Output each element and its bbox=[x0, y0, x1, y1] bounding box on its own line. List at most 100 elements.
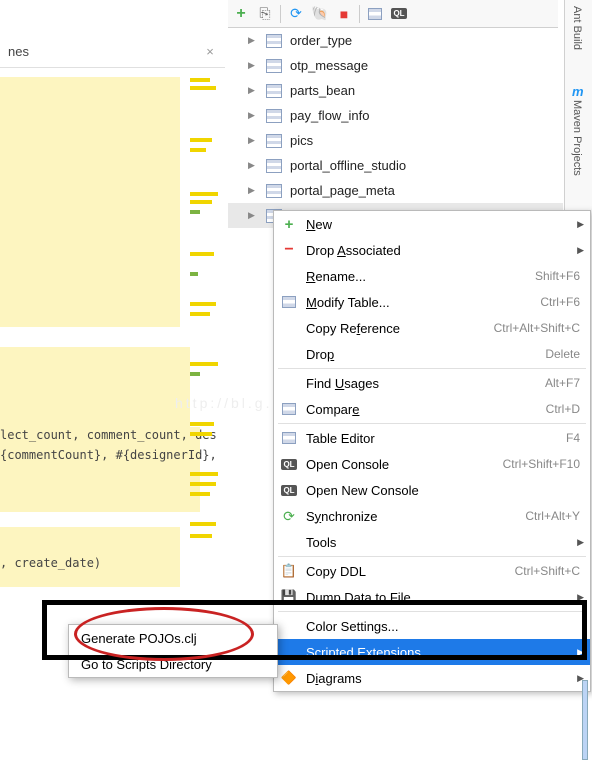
expand-icon[interactable]: ▶ bbox=[248, 85, 258, 96]
save-icon: 💾 bbox=[280, 588, 298, 606]
table-icon bbox=[280, 429, 298, 447]
blank-icon bbox=[280, 533, 298, 551]
refresh-icon[interactable]: ⟳ bbox=[287, 5, 305, 23]
menu-item-drop[interactable]: DropDelete bbox=[274, 341, 590, 367]
menu-shortcut: Ctrl+Alt+Y bbox=[525, 509, 580, 523]
menu-item-label: Drop bbox=[306, 347, 537, 362]
submenu-arrow-icon: ▶ bbox=[577, 219, 584, 230]
menu-item-dump-data[interactable]: 💾Dump Data to File▶ bbox=[274, 584, 590, 610]
maven-projects-tool[interactable]: Maven Projects bbox=[571, 100, 583, 176]
menu-item-copy-ddl[interactable]: 📋Copy DDLCtrl+Shift+C bbox=[274, 558, 590, 584]
menu-item-label: New bbox=[306, 217, 580, 232]
tree-item-pics[interactable]: ▶ pics bbox=[228, 128, 563, 153]
menu-item-rename[interactable]: Rename...Shift+F6 bbox=[274, 263, 590, 289]
menu-item-open-new-console[interactable]: QL Open New Console bbox=[274, 477, 590, 503]
tree-item-label: pics bbox=[290, 133, 313, 148]
menu-shortcut: Shift+F6 bbox=[535, 269, 580, 283]
menu-item-label: Table Editor bbox=[306, 431, 558, 446]
table-icon[interactable] bbox=[366, 5, 384, 23]
menu-shortcut: Ctrl+F6 bbox=[540, 295, 580, 309]
menu-item-label: Color Settings... bbox=[306, 619, 580, 634]
table-icon bbox=[266, 59, 282, 73]
menu-item-label: Compare bbox=[306, 402, 538, 417]
ql-icon[interactable]: QL bbox=[390, 5, 408, 23]
menu-item-open-console[interactable]: QLOpen ConsoleCtrl+Shift+F10 bbox=[274, 451, 590, 477]
ql-icon: QL bbox=[280, 481, 298, 499]
tree-item-label: order_type bbox=[290, 33, 352, 48]
menu-shortcut: Ctrl+D bbox=[546, 402, 580, 416]
tree-item-portal-offline-studio[interactable]: ▶portal_offline_studio bbox=[228, 153, 563, 178]
expand-icon[interactable]: ▶ bbox=[248, 135, 258, 146]
expand-icon[interactable]: ▶ bbox=[248, 160, 258, 171]
ql-icon: QL bbox=[280, 455, 298, 473]
tree-item-label: portal_page_meta bbox=[290, 183, 395, 198]
copy-sql-icon: 📋 bbox=[280, 562, 298, 580]
tree-item-otp-message[interactable]: ▶ otp_message bbox=[228, 53, 563, 78]
vertical-scrollbar[interactable] bbox=[582, 680, 588, 760]
blank-icon bbox=[280, 374, 298, 392]
tree-item-order-type[interactable]: ▶ order_type bbox=[228, 28, 563, 53]
menu-item-drop-associated[interactable]: −Drop Associated▶ bbox=[274, 237, 590, 263]
menu-item-scripted-extensions[interactable]: Scripted Extensions▶ bbox=[274, 639, 590, 665]
code-text: {commentCount}, #{designerId}, bbox=[0, 448, 217, 462]
menu-item-copy-reference[interactable]: Copy ReferenceCtrl+Alt+Shift+C bbox=[274, 315, 590, 341]
tree-item-portal-page-meta[interactable]: ▶ portal_page_meta bbox=[228, 178, 563, 203]
menu-item-label: Open New Console bbox=[306, 483, 580, 498]
separator bbox=[280, 5, 281, 23]
menu-item-synchronize[interactable]: ⟳SynchronizeCtrl+Alt+Y bbox=[274, 503, 590, 529]
separator bbox=[359, 5, 360, 23]
close-icon[interactable]: × bbox=[201, 44, 219, 62]
blank-icon bbox=[280, 267, 298, 285]
menu-item-label: Copy Reference bbox=[306, 321, 486, 336]
submenu-arrow-icon: ▶ bbox=[577, 647, 584, 658]
tree-item-label: parts_bean bbox=[290, 83, 355, 98]
tree-item-parts-bean[interactable]: ▶ parts_bean bbox=[228, 78, 563, 103]
submenu-item-generate-pojos-clj[interactable]: Generate POJOs.clj bbox=[69, 625, 277, 651]
minimap[interactable] bbox=[186, 72, 224, 572]
maven-m-icon: m bbox=[572, 84, 584, 99]
run-icon[interactable]: 🐚 bbox=[311, 5, 329, 23]
submenu-item-go-to-scripts-directory[interactable]: Go to Scripts Directory bbox=[69, 651, 277, 677]
tree-item-pay-flow-info[interactable]: ▶pay_flow_info bbox=[228, 103, 563, 128]
table-icon bbox=[266, 184, 282, 198]
menu-separator bbox=[278, 556, 586, 557]
menu-item-label: Modify Table... bbox=[306, 295, 532, 310]
database-tree[interactable]: ▶ order_type ▶ otp_message ▶ parts_bean ▶pay_f… bbox=[228, 28, 563, 228]
tree-item-label: otp_message bbox=[290, 58, 368, 73]
code-area[interactable]: lect_count, comment_count, des {commentC… bbox=[0, 72, 180, 557]
plus-icon: + bbox=[280, 215, 298, 233]
menu-item-compare[interactable]: Compare Ctrl+D bbox=[274, 396, 590, 422]
expand-icon[interactable]: ▶ bbox=[248, 210, 258, 221]
add-icon[interactable]: + bbox=[232, 5, 250, 23]
table-icon bbox=[266, 84, 282, 98]
expand-icon[interactable]: ▶ bbox=[248, 110, 258, 121]
blank-icon bbox=[280, 319, 298, 337]
blank-icon bbox=[280, 617, 298, 635]
left-tab-label: nes bbox=[0, 38, 225, 68]
menu-separator bbox=[278, 611, 586, 612]
menu-item-label: Scripted Extensions bbox=[306, 645, 580, 660]
menu-item-tools[interactable]: Tools▶ bbox=[274, 529, 590, 555]
menu-item-label: Synchronize bbox=[306, 509, 517, 524]
table-icon bbox=[266, 134, 282, 148]
copy-icon[interactable]: ⎘ bbox=[256, 5, 274, 23]
menu-item-color-settings[interactable]: Color Settings... bbox=[274, 613, 590, 639]
expand-icon[interactable]: ▶ bbox=[248, 35, 258, 46]
table-icon bbox=[266, 34, 282, 48]
ant-build-tool[interactable]: Ant Build bbox=[571, 6, 583, 50]
menu-item-label: Tools bbox=[306, 535, 580, 550]
expand-icon[interactable]: ▶ bbox=[248, 185, 258, 196]
menu-shortcut: F4 bbox=[566, 431, 580, 445]
menu-shortcut: Ctrl+Shift+C bbox=[515, 564, 580, 578]
menu-separator bbox=[278, 423, 586, 424]
expand-icon[interactable]: ▶ bbox=[248, 60, 258, 71]
menu-item-diagrams[interactable]: 🔶Diagrams▶ bbox=[274, 665, 590, 691]
menu-item-new[interactable]: + New▶ bbox=[274, 211, 590, 237]
stop-icon[interactable]: ■ bbox=[335, 5, 353, 23]
right-tool-strip: Ant Build m Maven Projects bbox=[564, 0, 592, 230]
menu-item-find-usages[interactable]: Find UsagesAlt+F7 bbox=[274, 370, 590, 396]
table-icon bbox=[280, 293, 298, 311]
menu-item-table-editor[interactable]: Table Editor F4 bbox=[274, 425, 590, 451]
menu-item-modify-table[interactable]: Modify Table... Ctrl+F6 bbox=[274, 289, 590, 315]
menu-item-label: Drop Associated bbox=[306, 243, 580, 258]
